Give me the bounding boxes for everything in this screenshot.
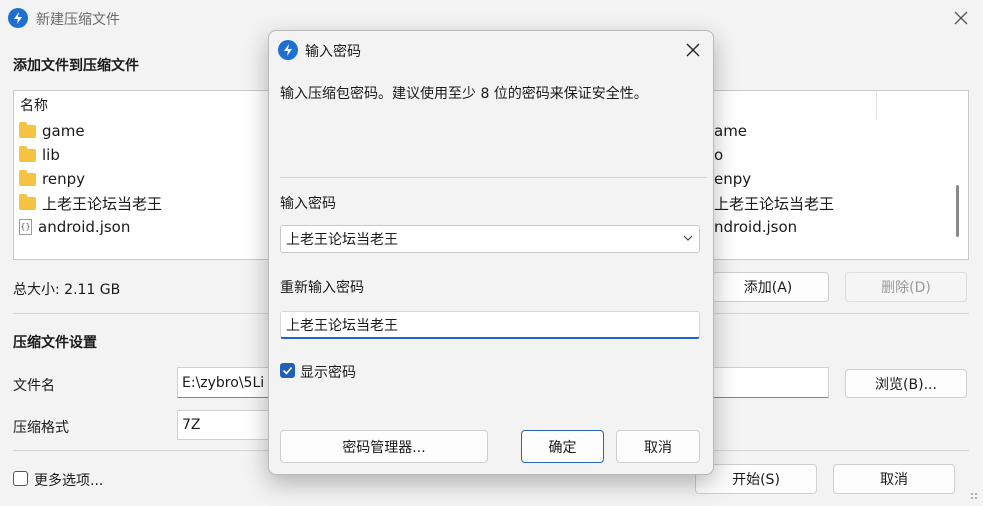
list-item-label: android.json: [38, 218, 131, 236]
list-item-label: enpy: [714, 170, 752, 188]
list-item-partial[interactable]: ame: [714, 120, 747, 142]
list-item-label: renpy: [42, 170, 85, 188]
reenter-label: 重新输入密码: [280, 280, 364, 296]
folder-icon: [19, 121, 36, 138]
list-item-label: 上老王论坛当老王: [714, 194, 835, 213]
json-file-icon: {}: [19, 219, 32, 235]
section-settings: 压缩文件设置: [13, 335, 97, 351]
chevron-down-icon[interactable]: [683, 233, 693, 243]
dialog-close-icon[interactable]: [683, 40, 703, 60]
list-item-label: ame: [714, 122, 748, 140]
list-item-label: o: [714, 146, 724, 164]
folder-icon: [19, 193, 36, 210]
list-item[interactable]: 上老王论坛当老王: [19, 192, 162, 214]
divider: [280, 177, 707, 178]
show-password-label: 显示密码: [300, 365, 356, 381]
dialog-title: 输入密码: [305, 44, 361, 60]
show-password-checkbox[interactable]: [280, 363, 295, 378]
dialog-cancel-button[interactable]: 取消: [616, 430, 700, 463]
app-logo-icon: [8, 8, 28, 28]
list-item[interactable]: {} android.json: [19, 216, 130, 238]
column-divider: [876, 91, 877, 119]
list-item-partial[interactable]: o: [714, 144, 723, 166]
password-label: 输入密码: [280, 196, 336, 212]
password-dialog: 输入密码 输入压缩包密码。建议使用至少 8 位的密码来保证安全性。 输入密码 上…: [268, 30, 714, 475]
password-value: 上老王论坛当老王: [286, 232, 398, 248]
format-label: 压缩格式: [13, 420, 69, 436]
scrollbar-thumb[interactable]: [956, 185, 959, 237]
ok-button[interactable]: 确定: [521, 430, 604, 463]
list-item-label: lib: [42, 146, 60, 164]
column-header-name[interactable]: 名称: [20, 95, 48, 115]
filename-label: 文件名: [13, 378, 55, 394]
list-item-partial[interactable]: ndroid.json: [714, 216, 797, 238]
list-item[interactable]: lib: [19, 144, 60, 166]
browse-button[interactable]: 浏览(B)...: [845, 369, 967, 398]
more-options-checkbox[interactable]: [13, 471, 28, 486]
folder-icon: [19, 145, 36, 162]
app-logo-icon: [278, 40, 298, 60]
cancel-button[interactable]: 取消: [833, 464, 955, 494]
list-item[interactable]: renpy: [19, 168, 85, 190]
list-item[interactable]: game: [19, 120, 85, 142]
total-size: 总大小: 2.11 GB: [13, 282, 121, 298]
more-options-label: 更多选项...: [34, 473, 104, 489]
section-add-files: 添加文件到压缩文件: [13, 58, 139, 74]
list-item-partial[interactable]: 上老王论坛当老王: [714, 192, 834, 214]
resize-grip[interactable]: [970, 492, 978, 500]
reenter-password-input[interactable]: 上老王论坛当老王: [280, 311, 700, 339]
dialog-description: 输入压缩包密码。建议使用至少 8 位的密码来保证安全性。: [280, 86, 648, 102]
list-item-label: ndroid.json: [714, 218, 798, 236]
add-button[interactable]: 添加(A): [707, 272, 829, 302]
window-title: 新建压缩文件: [36, 12, 120, 28]
folder-icon: [19, 169, 36, 186]
remove-button[interactable]: 删除(D): [845, 272, 967, 302]
close-icon[interactable]: [951, 8, 971, 28]
list-item-label: 上老王论坛当老王: [42, 194, 163, 213]
list-item-label: game: [42, 122, 85, 140]
password-manager-button[interactable]: 密码管理器...: [280, 430, 488, 463]
list-item-partial[interactable]: enpy: [714, 168, 751, 190]
password-combo[interactable]: 上老王论坛当老王: [280, 225, 700, 253]
check-icon: [282, 366, 293, 375]
